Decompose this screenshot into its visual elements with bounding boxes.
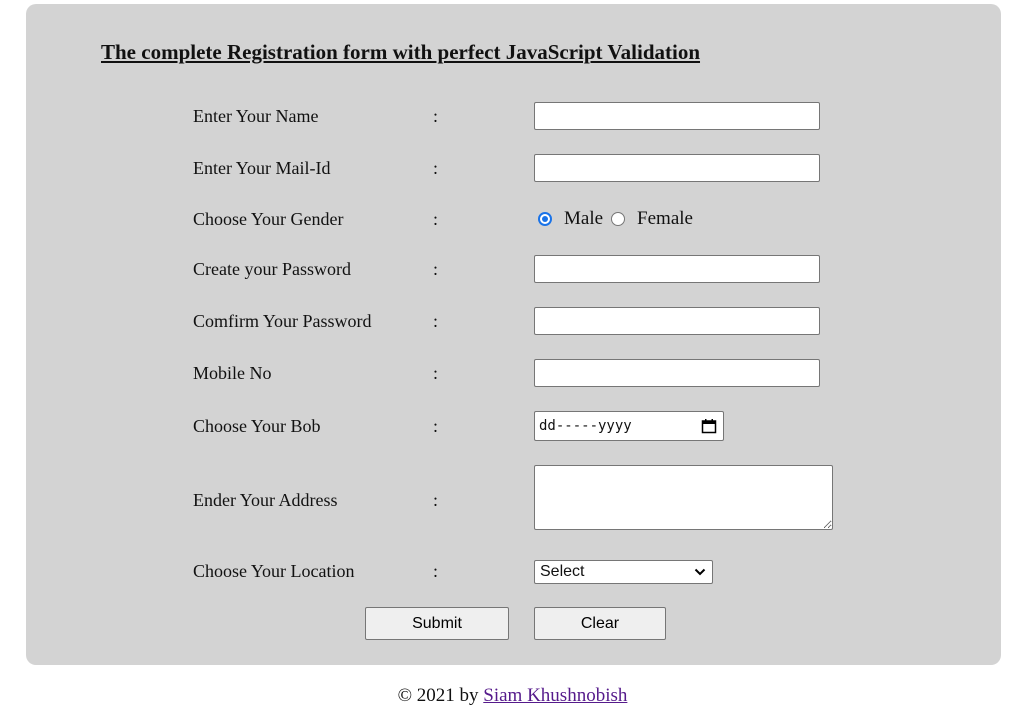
- dob-colon: :: [433, 416, 439, 436]
- mail-label: Enter Your Mail-Id: [193, 158, 331, 178]
- gender-radio-group: Male Female: [538, 207, 701, 231]
- mobile-label: Mobile No: [193, 363, 272, 383]
- name-label: Enter Your Name: [193, 106, 319, 126]
- confirm-password-label: Comfirm Your Password: [193, 311, 372, 331]
- gender-label: Choose Your Gender: [193, 209, 344, 229]
- calendar-icon[interactable]: [701, 418, 717, 434]
- confirm-password-colon: :: [433, 311, 439, 331]
- clear-button[interactable]: Clear: [534, 607, 666, 640]
- location-selected-value: Select: [540, 563, 585, 580]
- password-input[interactable]: [534, 255, 820, 283]
- gender-male-radio[interactable]: [538, 212, 552, 226]
- author-link[interactable]: Siam Khushnobish: [483, 685, 627, 706]
- gender-male-label: Male: [564, 208, 604, 229]
- mail-input[interactable]: [534, 154, 820, 182]
- mail-colon: :: [433, 158, 439, 178]
- location-select[interactable]: Select: [534, 560, 713, 584]
- footer: © 2021 by Siam Khushnobish: [0, 685, 1019, 707]
- confirm-password-input[interactable]: [534, 307, 820, 335]
- dob-label: Choose Your Bob: [193, 416, 321, 436]
- registration-panel: The complete Registration form with perf…: [26, 4, 1001, 665]
- form-title: The complete Registration form with perf…: [101, 40, 701, 64]
- dob-placeholder: dd-----yyyy: [539, 418, 632, 434]
- location-colon: :: [433, 561, 439, 581]
- password-colon: :: [433, 259, 439, 279]
- password-label: Create your Password: [193, 259, 351, 279]
- location-label: Choose Your Location: [193, 561, 355, 581]
- chevron-down-icon: [694, 568, 706, 576]
- name-colon: :: [433, 106, 439, 126]
- gender-female-radio[interactable]: [611, 212, 626, 226]
- address-colon: :: [433, 490, 439, 510]
- gender-female-label: Female: [637, 208, 693, 229]
- submit-button[interactable]: Submit: [365, 607, 509, 640]
- address-label: Ender Your Address: [193, 490, 338, 510]
- address-textarea[interactable]: [534, 465, 833, 530]
- footer-copyright: © 2021 by: [397, 685, 479, 706]
- mobile-colon: :: [433, 363, 439, 383]
- dob-date-input[interactable]: dd-----yyyy: [534, 411, 724, 441]
- mobile-input[interactable]: [534, 359, 820, 387]
- gender-colon: :: [433, 209, 439, 229]
- name-input[interactable]: [534, 102, 820, 130]
